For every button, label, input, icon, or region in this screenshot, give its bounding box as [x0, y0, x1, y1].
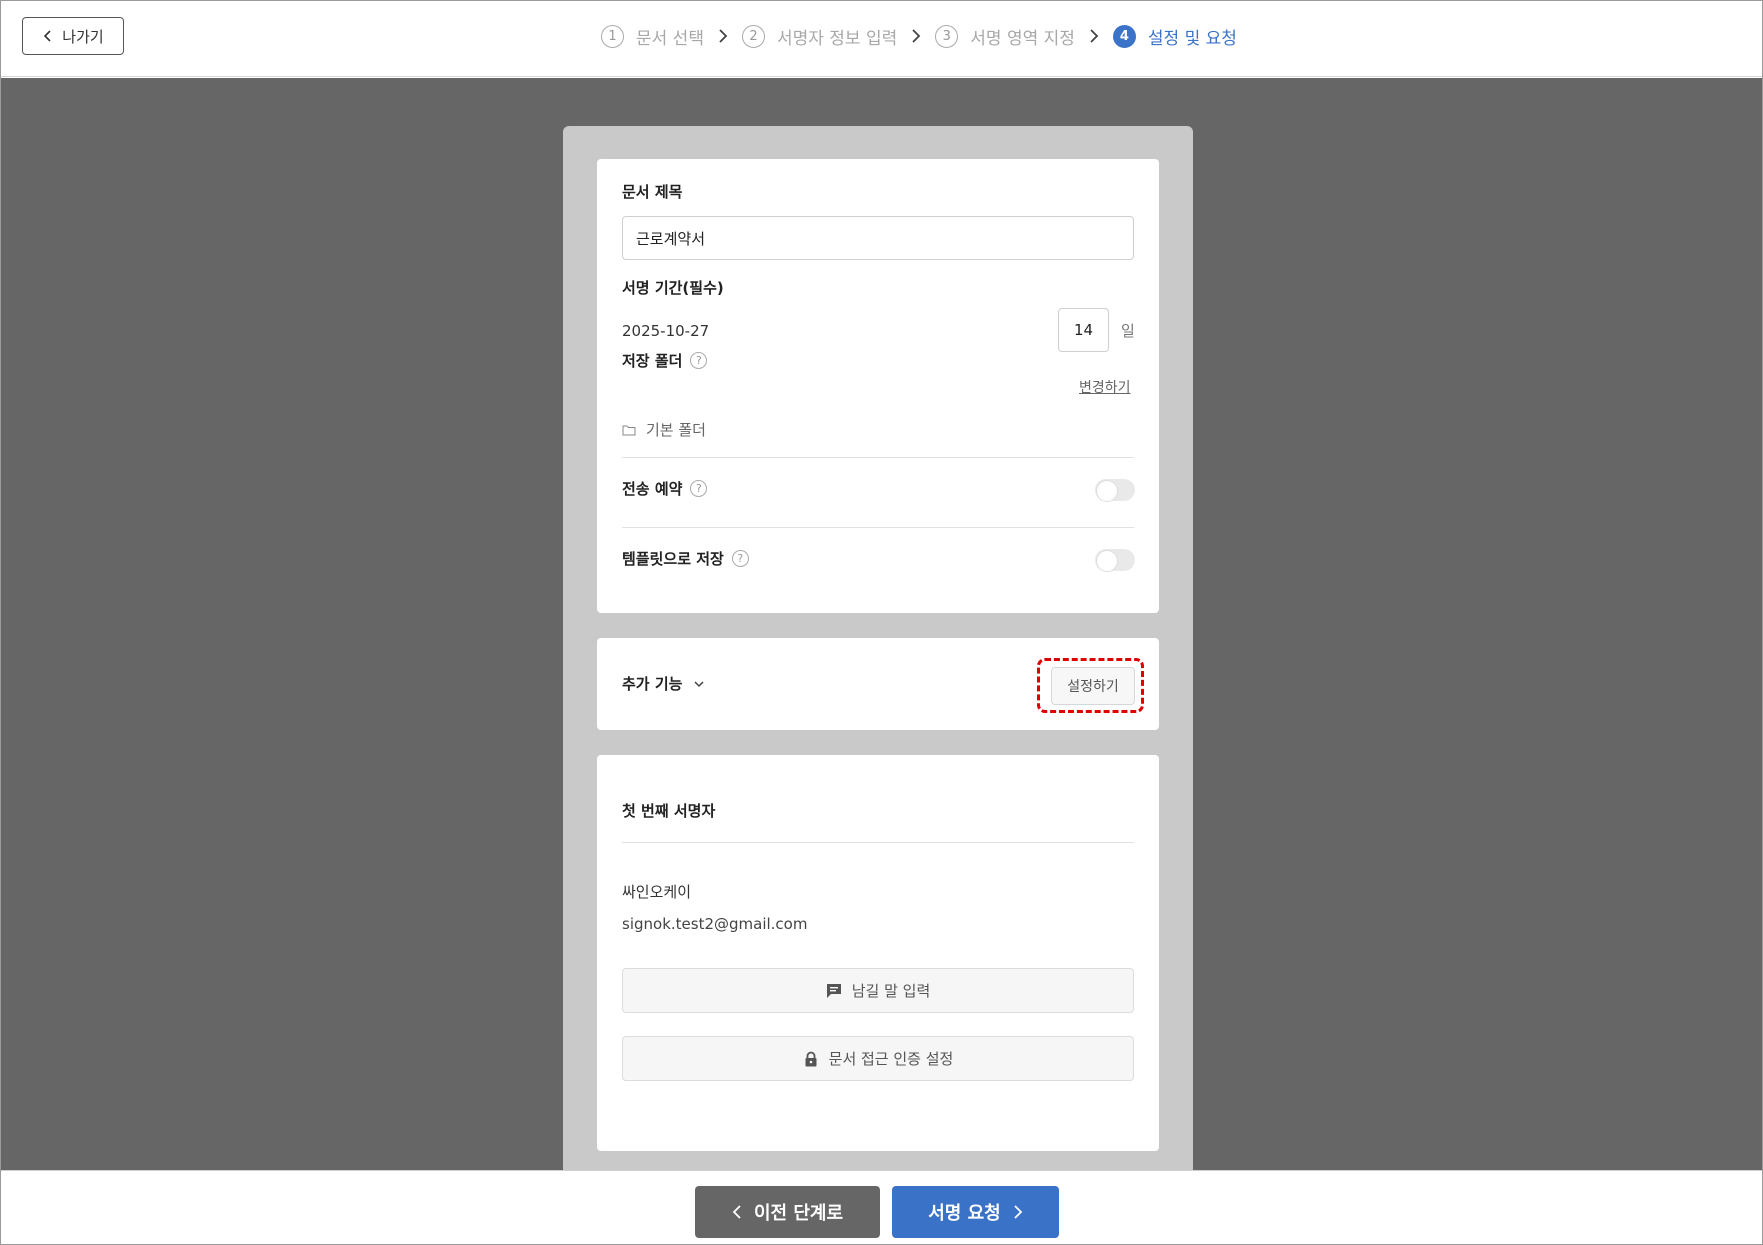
doc-title-label-text: 문서 제목: [622, 183, 683, 201]
folder-label-text: 저장 폴더: [622, 352, 683, 370]
exit-button-label: 나가기: [62, 27, 104, 46]
folder-name: 기본 폴더: [646, 421, 706, 439]
step-label: 문서 선택: [636, 28, 704, 49]
folder-label: 저장 폴더 ?: [622, 350, 708, 371]
message-button[interactable]: 남길 말 입력: [622, 968, 1134, 1013]
doc-title-value: 근로계약서: [636, 229, 706, 248]
step-label: 설정 및 요청: [1147, 28, 1237, 49]
chevron-right-icon: [911, 29, 921, 43]
period-label-text: 서명 기간(필수): [622, 279, 724, 297]
folder-value: 기본 폴더: [622, 419, 706, 440]
signer-name: 싸인오케이: [622, 883, 692, 901]
divider: [622, 842, 1134, 843]
help-icon[interactable]: ?: [690, 352, 708, 369]
period-days-value: 14: [1073, 321, 1094, 339]
chevron-left-icon: [732, 1205, 741, 1219]
previous-step-button[interactable]: 이전 단계로: [695, 1186, 880, 1238]
settings-card: 문서 제목 근로계약서 서명 기간(필수) 2025-10-27 14 일 저장…: [597, 159, 1159, 613]
request-signature-label: 서명 요청: [928, 1203, 1001, 1224]
folder-change-link[interactable]: 변경하기: [1079, 377, 1131, 397]
top-bar: 나가기 1 문서 선택 2 서명자 정보 입력 3 서명 영역 지정 4 설정 …: [1, 1, 1762, 77]
template-label: 템플릿으로 저장 ?: [622, 548, 749, 569]
access-auth-button-label: 문서 접근 인증 설정: [828, 1050, 954, 1068]
chevron-left-icon: [44, 30, 51, 42]
step-number: 1: [601, 24, 624, 48]
extra-features-label: 추가 기능: [622, 675, 683, 693]
app-window: 나가기 1 문서 선택 2 서명자 정보 입력 3 서명 영역 지정 4 설정 …: [0, 0, 1763, 1245]
template-label-text: 템플릿으로 저장: [622, 550, 724, 568]
step-2: 2 서명자 정보 입력: [741, 24, 898, 49]
step-4: 4 설정 및 요청: [1112, 24, 1237, 49]
request-signature-button[interactable]: 서명 요청: [892, 1186, 1059, 1238]
period-label: 서명 기간(필수): [622, 277, 724, 298]
chevron-right-icon: [1089, 29, 1099, 43]
step-indicator: 1 문서 선택 2 서명자 정보 입력 3 서명 영역 지정 4 설정 및 요청: [601, 21, 1237, 51]
settings-panel: 문서 제목 근로계약서 서명 기간(필수) 2025-10-27 14 일 저장…: [563, 126, 1193, 1226]
exit-button[interactable]: 나가기: [22, 17, 124, 55]
help-icon[interactable]: ?: [690, 480, 708, 497]
previous-step-label: 이전 단계로: [753, 1203, 844, 1224]
step-label: 서명 영역 지정: [970, 28, 1075, 49]
signer-email: signok.test2@gmail.com: [622, 915, 808, 933]
access-auth-button[interactable]: 문서 접근 인증 설정: [622, 1036, 1134, 1081]
comment-icon: [826, 983, 841, 998]
chevron-down-icon: [694, 680, 704, 687]
step-label: 서명자 정보 입력: [776, 28, 898, 49]
period-date: 2025-10-27: [622, 322, 710, 340]
period-unit: 일: [1121, 322, 1135, 340]
doc-title-input[interactable]: 근로계약서: [622, 216, 1134, 260]
highlight-box: 설정하기: [1037, 658, 1144, 713]
chevron-right-icon: [1014, 1205, 1023, 1219]
signer-heading-text: 첫 번째 서명자: [622, 802, 716, 820]
workspace: 문서 제목 근로계약서 서명 기간(필수) 2025-10-27 14 일 저장…: [1, 78, 1762, 1226]
lock-icon: [805, 1051, 817, 1066]
divider: [622, 527, 1134, 528]
extra-settings-button[interactable]: 설정하기: [1051, 667, 1135, 705]
bottom-bar: 이전 단계로 서명 요청: [1, 1170, 1762, 1244]
signer-card: 첫 번째 서명자 싸인오케이 signok.test2@gmail.com 남길…: [597, 755, 1159, 1151]
doc-title-label: 문서 제목: [622, 181, 682, 202]
step-number: 4: [1112, 24, 1136, 48]
step-3: 3 서명 영역 지정: [935, 24, 1075, 49]
period-days-input[interactable]: 14: [1058, 308, 1109, 352]
chevron-right-icon: [718, 29, 728, 43]
template-toggle[interactable]: [1095, 549, 1135, 572]
step-number: 3: [935, 24, 959, 48]
step-number: 2: [741, 24, 765, 48]
extra-features-card: 추가 기능 설정하기: [597, 638, 1159, 730]
folder-icon: [622, 425, 636, 435]
step-1: 1 문서 선택: [601, 24, 704, 49]
message-button-label: 남길 말 입력: [851, 982, 931, 1000]
signer-heading: 첫 번째 서명자: [622, 800, 715, 821]
schedule-label-text: 전송 예약: [622, 480, 683, 498]
extra-features-toggle[interactable]: 추가 기능: [622, 673, 704, 694]
help-icon[interactable]: ?: [731, 550, 749, 567]
schedule-toggle[interactable]: [1095, 479, 1135, 502]
schedule-label: 전송 예약 ?: [622, 478, 708, 499]
divider: [622, 457, 1134, 458]
